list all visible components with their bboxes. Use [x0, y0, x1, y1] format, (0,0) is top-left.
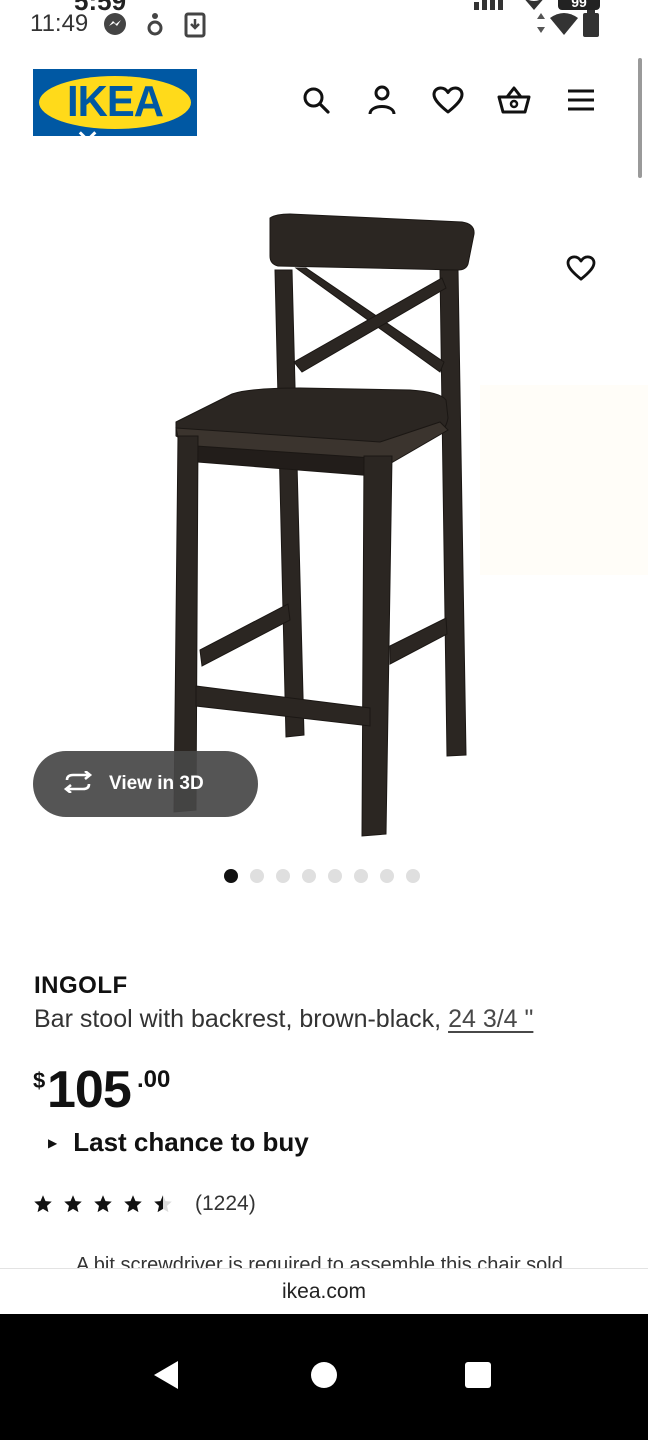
- url-text: ikea.com: [281, 1279, 367, 1303]
- rating-count: (1224): [195, 1192, 256, 1215]
- availability-toggle[interactable]: ▶ Last chance to buy: [48, 1127, 309, 1158]
- menu-button[interactable]: [561, 82, 601, 122]
- basket-icon: [497, 85, 531, 120]
- image-favorite-button[interactable]: [561, 250, 601, 290]
- back-icon: [152, 1359, 180, 1396]
- carousel-dot[interactable]: [354, 869, 368, 883]
- close-overlay-icon: ✕: [75, 125, 101, 158]
- browser-url-bar[interactable]: ikea.com: [0, 1268, 648, 1314]
- battery-icon: [582, 10, 600, 43]
- carousel-dot[interactable]: [406, 869, 420, 883]
- status-bar: 5:59 11:49 99: [0, 0, 648, 50]
- data-arrows-icon: [535, 12, 547, 39]
- rotate-3d-icon: [61, 769, 95, 798]
- carousel-dot[interactable]: [276, 869, 290, 883]
- account-icon: [368, 85, 396, 120]
- rating[interactable]: (1224): [33, 1192, 256, 1216]
- site-header: IKEA ✕: [0, 50, 648, 160]
- half-star-icon: [154, 1195, 172, 1213]
- recents-button[interactable]: [453, 1352, 503, 1402]
- menu-icon: [566, 88, 596, 117]
- download-icon: [184, 12, 206, 43]
- basket-button[interactable]: [494, 82, 534, 122]
- battery-level: 99: [571, 0, 587, 10]
- signal-icon: [472, 0, 506, 15]
- account-button[interactable]: [362, 82, 402, 122]
- star-icon: [94, 1195, 112, 1213]
- carousel-dot[interactable]: [250, 869, 264, 883]
- carousel-dot[interactable]: [380, 869, 394, 883]
- star-icon: [34, 1195, 52, 1213]
- recents-icon: [464, 1361, 492, 1394]
- search-icon: [302, 86, 330, 119]
- view-in-3d-label: View in 3D: [109, 773, 204, 794]
- star-icon: [64, 1195, 82, 1213]
- product-description-text: Bar stool with backrest, brown-black,: [34, 1005, 442, 1033]
- ikea-logo[interactable]: IKEA ✕: [33, 69, 197, 157]
- search-button[interactable]: [296, 82, 336, 122]
- system-nav-bar: [0, 1314, 648, 1440]
- price-integer: 105: [47, 1061, 132, 1119]
- favorites-button[interactable]: [428, 82, 468, 122]
- assembly-notice: A bit screwdriver is required to assembl…: [0, 1252, 648, 1268]
- messenger-icon: [103, 12, 127, 41]
- logo-text: IKEA: [66, 77, 164, 126]
- caret-right-icon: ▶: [48, 1135, 58, 1150]
- home-icon: [310, 1361, 338, 1394]
- assembly-notice-text: A bit screwdriver is required to assembl…: [76, 1254, 563, 1268]
- status-time: 11:49: [30, 10, 89, 37]
- back-button[interactable]: [141, 1352, 191, 1402]
- carousel-dot[interactable]: [302, 869, 316, 883]
- product-description: Bar stool with backrest, brown-black, 24…: [34, 1005, 533, 1034]
- heart-icon: [566, 254, 596, 286]
- wifi-full-icon: [549, 12, 579, 41]
- heart-icon: [432, 86, 464, 119]
- home-button[interactable]: [299, 1352, 349, 1402]
- accessibility-icon: [146, 12, 164, 43]
- star-icon: [124, 1195, 142, 1213]
- carousel-dot[interactable]: [224, 869, 238, 883]
- carousel-dot[interactable]: [328, 869, 342, 883]
- product-size-link[interactable]: 24 3/4 ": [448, 1005, 533, 1033]
- price-currency: $: [33, 1068, 46, 1093]
- product-name: INGOLF: [34, 972, 128, 999]
- availability-label: Last chance to buy: [73, 1127, 309, 1157]
- view-in-3d-button[interactable]: View in 3D: [33, 751, 258, 817]
- price-decimal: .00: [137, 1066, 171, 1093]
- carousel-dots: [224, 869, 420, 883]
